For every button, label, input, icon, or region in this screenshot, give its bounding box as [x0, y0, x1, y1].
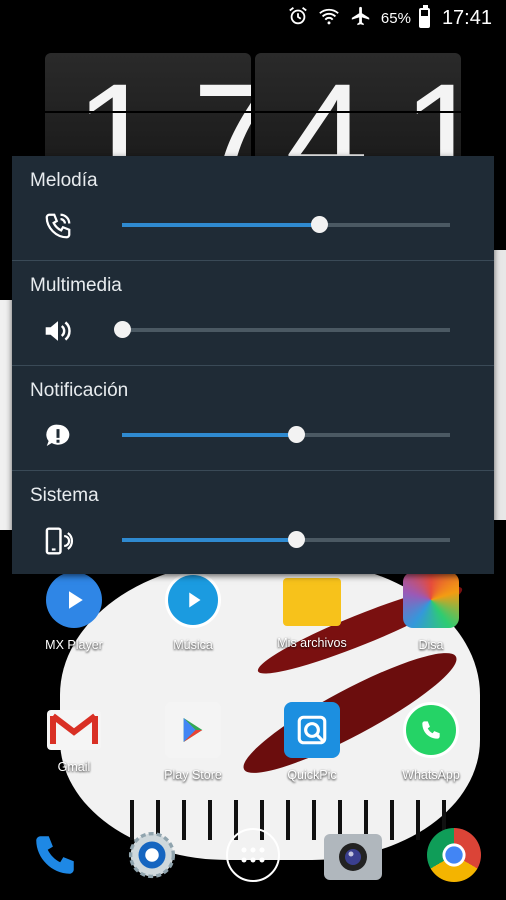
app-quickpic[interactable]: QuickPic [257, 702, 367, 782]
app-play-store[interactable]: Play Store [138, 702, 248, 782]
phone-icon [28, 828, 82, 882]
folder-icon [283, 578, 341, 626]
dock-camera[interactable] [298, 828, 408, 880]
volume-label: Multimedia [30, 275, 122, 296]
slider-thumb[interactable] [287, 531, 305, 548]
wifi-icon [317, 5, 341, 32]
app-gmail[interactable]: Gmail [19, 702, 129, 774]
volume-row-notification: Notificación [12, 366, 494, 471]
app-label: QuickPic [287, 768, 337, 782]
volume-row-media: Multimedia [12, 261, 494, 366]
volume-panel: Melodía Multimedia Notificación Sistema [12, 156, 494, 574]
ringtone-icon[interactable] [40, 208, 76, 244]
volume-label: Sistema [30, 485, 99, 506]
app-label: MX Player [45, 638, 103, 652]
camera-icon [324, 834, 382, 880]
app-mis-archivos[interactable]: Mis archivos [257, 572, 367, 650]
chrome-icon [427, 828, 481, 882]
status-bar: 65% 17:41 [0, 0, 506, 36]
app-label: Play Store [164, 768, 222, 782]
battery-percent: 65% [380, 9, 411, 27]
dock-settings[interactable] [97, 828, 207, 882]
notification-icon[interactable] [40, 418, 76, 454]
app-musica[interactable]: Música [138, 572, 248, 652]
quickpic-icon [284, 702, 340, 758]
system-volume-slider[interactable] [122, 531, 450, 548]
volume-row-system: Sistema [12, 471, 494, 575]
slider-thumb[interactable] [310, 216, 328, 233]
clock-widget[interactable]: 17 41 [45, 53, 461, 156]
airplane-mode-icon [349, 5, 373, 32]
mx-player-icon [46, 572, 102, 628]
notification-volume-slider[interactable] [122, 426, 450, 443]
dock-chrome[interactable] [399, 828, 506, 882]
battery-icon [418, 5, 430, 28]
music-icon [165, 572, 221, 628]
dock-phone[interactable] [0, 828, 110, 882]
alarm-icon [287, 5, 309, 32]
dock-app-drawer[interactable] [198, 828, 308, 882]
clock-minutes: 41 [285, 53, 461, 156]
app-label: Música [173, 638, 213, 652]
clock-minutes-card: 41 [255, 53, 461, 156]
app-label: Mis archivos [277, 636, 347, 650]
app-disa[interactable]: Disa [376, 572, 486, 652]
volume-label: Melodía [30, 170, 98, 191]
app-label: Disa [418, 638, 444, 652]
status-time: 17:41 [441, 6, 492, 29]
vibrate-phone-icon[interactable] [40, 523, 76, 559]
play-store-icon [165, 702, 221, 758]
app-drawer-icon [226, 828, 280, 882]
volume-label: Notificación [30, 380, 129, 401]
gmail-icon [47, 710, 101, 750]
clock-hours: 17 [75, 53, 251, 156]
disa-icon [403, 572, 459, 628]
volume-row-ringtone: Melodía [12, 156, 494, 261]
clock-hours-card: 17 [45, 53, 251, 156]
app-mx-player[interactable]: MX Player [19, 572, 129, 652]
slider-thumb[interactable] [114, 321, 131, 338]
media-volume-slider[interactable] [114, 321, 450, 338]
app-whatsapp[interactable]: WhatsApp [376, 702, 486, 782]
slider-thumb[interactable] [287, 426, 305, 443]
speaker-icon[interactable] [40, 313, 76, 349]
whatsapp-icon [403, 702, 459, 758]
ringtone-volume-slider[interactable] [122, 216, 450, 233]
app-label: Gmail [57, 760, 91, 774]
app-label: WhatsApp [402, 768, 460, 782]
settings-icon [125, 828, 179, 882]
